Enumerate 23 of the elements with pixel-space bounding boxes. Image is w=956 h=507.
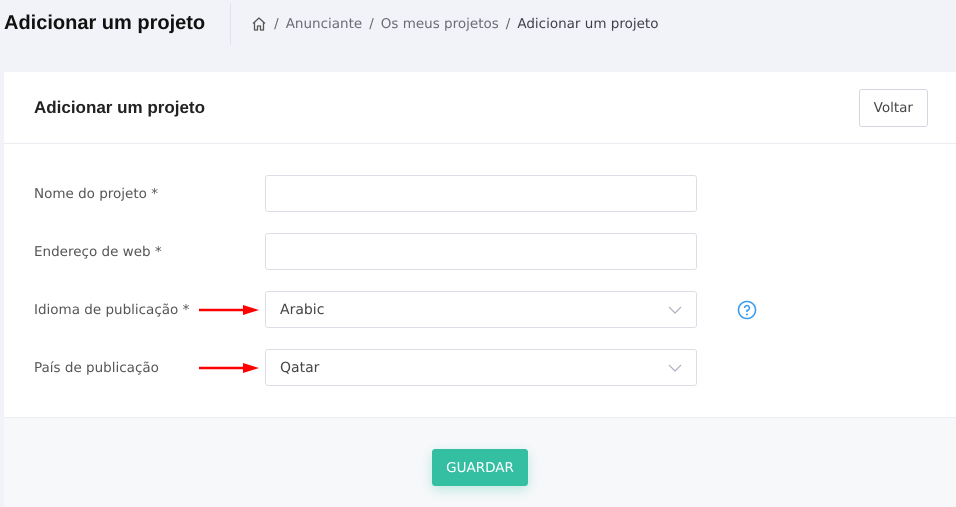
card-title: Adicionar um projeto (34, 98, 205, 118)
input-field[interactable] (265, 233, 697, 270)
arrow-icon (199, 304, 259, 316)
chevron-icon (668, 306, 682, 314)
chevron-icon (668, 364, 682, 372)
breadcrumb-separator: / (506, 16, 510, 32)
select-field[interactable]: Qatar (265, 349, 697, 386)
breadcrumb-separator: / (274, 16, 279, 32)
home-icon[interactable] (251, 16, 268, 32)
field-label: Idioma de publicação * (34, 302, 190, 318)
breadcrumb-separator: / (369, 16, 374, 32)
breadcrumb-link[interactable]: Anunciante (286, 16, 362, 32)
input-field[interactable] (265, 175, 697, 212)
field-label: Endereço de web * (34, 244, 163, 260)
page-title: Adicionar um projeto (4, 12, 206, 35)
field-label: País de publicação (34, 360, 160, 376)
arrow-icon (199, 362, 259, 374)
back-button[interactable]: Voltar (858, 88, 928, 126)
field-label: Nome do projeto * (34, 186, 159, 202)
breadcrumb-current: Adicionar um projeto (517, 16, 658, 32)
breadcrumb-link[interactable]: Os meus projetos (380, 16, 499, 32)
help-icon[interactable] (737, 300, 757, 320)
select-field[interactable]: Arabic (265, 291, 697, 328)
